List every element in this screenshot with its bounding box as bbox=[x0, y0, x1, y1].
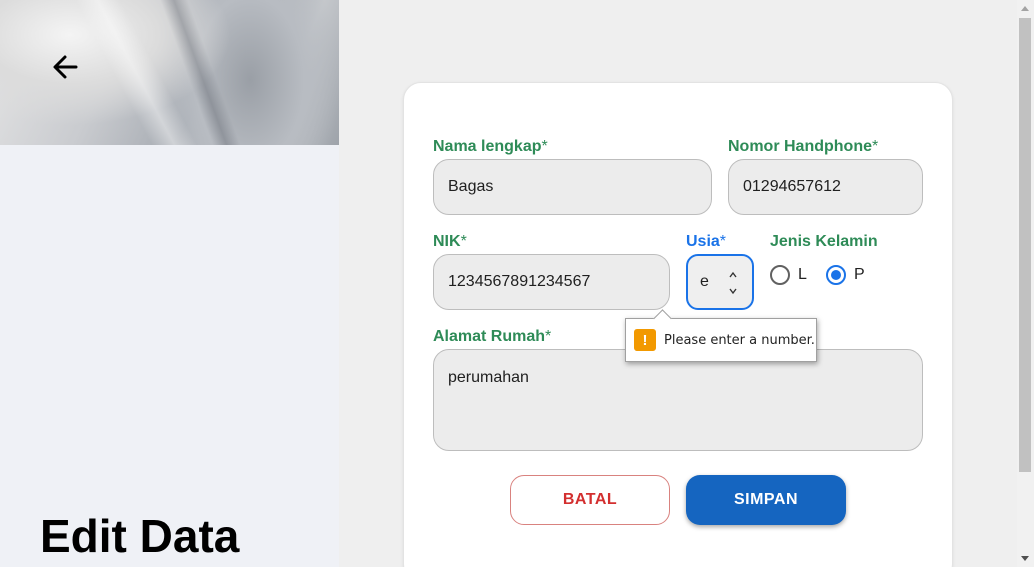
radio-l[interactable] bbox=[770, 265, 790, 285]
arrow-left-icon bbox=[53, 55, 78, 79]
cancel-button[interactable]: BATAL bbox=[510, 475, 670, 525]
nik-label: NIK* bbox=[433, 233, 467, 250]
scroll-thumb[interactable] bbox=[1019, 18, 1031, 472]
scroll-down-icon[interactable] bbox=[1021, 556, 1029, 561]
left-panel: Edit Data bbox=[0, 0, 339, 567]
vertical-scrollbar[interactable] bbox=[1017, 0, 1034, 567]
save-button[interactable]: SIMPAN bbox=[686, 475, 846, 525]
nama-input[interactable]: Bagas bbox=[433, 159, 712, 215]
phone-label: Nomor Handphone* bbox=[728, 138, 879, 155]
usia-label: Usia* bbox=[686, 233, 727, 250]
phone-input[interactable]: 01294657612 bbox=[728, 159, 923, 215]
back-button[interactable] bbox=[50, 50, 84, 84]
spinner-up-icon[interactable] bbox=[728, 271, 738, 279]
radio-p[interactable] bbox=[826, 265, 846, 285]
radio-p-label: P bbox=[854, 266, 865, 283]
alamat-textarea[interactable]: perumahan bbox=[433, 349, 923, 451]
nama-label: Nama lengkap* bbox=[433, 138, 548, 155]
validation-message: Please enter a number. bbox=[664, 332, 815, 348]
exclamation-icon: ! bbox=[634, 329, 656, 351]
nik-input[interactable]: 1234567891234567 bbox=[433, 254, 670, 310]
usia-spinner[interactable] bbox=[728, 271, 738, 295]
jenis-kelamin-label: Jenis Kelamin bbox=[770, 233, 878, 250]
radio-option-l[interactable]: L bbox=[770, 265, 807, 285]
radio-option-p[interactable]: P bbox=[826, 265, 865, 285]
spinner-down-icon[interactable] bbox=[728, 287, 738, 295]
scroll-up-icon[interactable] bbox=[1021, 6, 1029, 11]
page-title: Edit Data bbox=[40, 510, 240, 562]
alamat-label: Alamat Rumah* bbox=[433, 328, 552, 345]
radio-l-label: L bbox=[798, 266, 807, 283]
validation-tooltip: ! Please enter a number. bbox=[625, 318, 817, 362]
usia-input[interactable]: e bbox=[686, 254, 754, 310]
